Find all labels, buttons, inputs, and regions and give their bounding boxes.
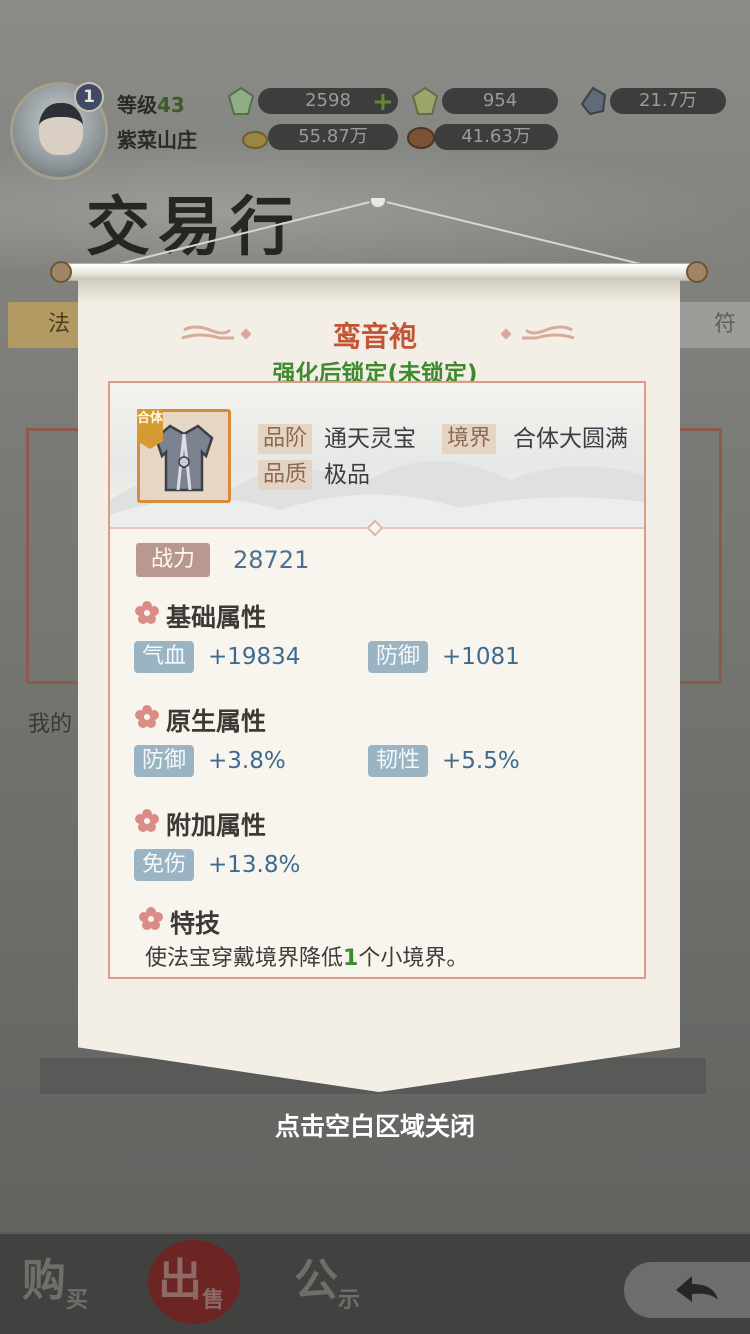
avatar-face — [39, 103, 83, 155]
realm-label: 境界 — [442, 424, 497, 454]
ore-counter: 21.7万 — [610, 88, 726, 114]
gold-icon — [242, 131, 268, 149]
level-label: 等级 — [117, 93, 157, 117]
buy-tab[interactable]: 购买 — [22, 1244, 88, 1313]
grade-value: 通天灵宝 — [324, 426, 416, 452]
back-button[interactable] — [624, 1262, 750, 1318]
stat-tag-tenacity: 韧性 — [368, 745, 429, 777]
wood-counter: 41.63万 — [434, 124, 558, 150]
sell-tab[interactable]: 出售 — [158, 1244, 224, 1313]
stat-tag-damage-reduction: 免伤 — [134, 849, 195, 881]
rainbow-stone-icon — [411, 86, 439, 115]
rainbow-stone-counter: 954 — [442, 88, 558, 114]
level-value: 43 — [157, 93, 185, 117]
add-resource-icon[interactable]: + — [372, 89, 394, 115]
skill-title: 特技 — [170, 909, 221, 938]
grade-label: 品阶 — [258, 424, 313, 454]
ore-icon — [580, 86, 607, 116]
stat-value-tenacity: +5.5% — [442, 748, 520, 774]
stat-tag-defense-pct: 防御 — [134, 745, 195, 777]
close-hint[interactable]: 点击空白区域关闭 — [0, 1107, 750, 1143]
sell-tab-small: 售 — [202, 1288, 225, 1313]
quality-value: 极品 — [324, 462, 370, 488]
item-name: 鸾音袍 — [332, 320, 417, 353]
skill-text-prefix: 使法宝穿戴境界降低 — [145, 946, 344, 971]
rank-badge: 1 — [74, 82, 104, 112]
power-value: 28721 — [233, 546, 310, 574]
wood-icon — [407, 127, 435, 149]
scroll-rod — [56, 263, 702, 281]
notice-tab[interactable]: 公示 — [294, 1244, 360, 1313]
flower-bullet-icon — [135, 809, 159, 832]
flower-bullet-icon — [135, 705, 159, 728]
sell-tab-big: 出 — [158, 1255, 202, 1306]
buy-tab-small: 买 — [66, 1288, 89, 1313]
merge-tier-text: 合体 — [137, 411, 164, 426]
notice-tab-small: 示 — [338, 1288, 361, 1313]
player-level: 等级43 — [117, 89, 185, 118]
stat-value-damage-reduction: +13.8% — [208, 852, 301, 878]
skill-text-suffix: 个小境界。 — [358, 946, 469, 971]
flower-bullet-icon — [135, 601, 159, 624]
stat-tag-defense: 防御 — [368, 641, 429, 673]
top-status-bar: 1 等级43 紫菜山庄 2598 + 954 21.7万 55.87万 41.6… — [0, 0, 750, 180]
skill-description: 使法宝穿戴境界降低1个小境界。 — [145, 940, 468, 972]
stat-value-hp: +19834 — [208, 644, 301, 670]
stat-value-defense: +1081 — [442, 644, 520, 670]
back-arrow-icon — [676, 1276, 718, 1302]
extra-attributes-title: 附加属性 — [166, 811, 267, 840]
merge-tier-badge: 合体 — [137, 409, 163, 449]
spirit-stone-icon — [227, 86, 255, 115]
flower-bullet-icon — [139, 907, 163, 930]
scroll-rod-left-knob — [50, 261, 72, 283]
my-items-label: 我的 — [28, 712, 73, 737]
gold-counter: 55.87万 — [268, 124, 398, 150]
stat-tag-hp: 气血 — [134, 641, 195, 673]
buy-tab-big: 购 — [22, 1255, 66, 1306]
power-label: 战力 — [136, 543, 210, 577]
basic-attributes-title: 基础属性 — [166, 603, 267, 632]
realm-value: 合体大圆满 — [513, 426, 628, 452]
notice-tab-big: 公 — [294, 1255, 338, 1306]
scroll-top-shadow — [78, 280, 680, 304]
quality-label: 品质 — [258, 460, 313, 490]
stat-value-defense-pct: +3.8% — [208, 748, 286, 774]
scroll-rod-right-knob — [686, 261, 708, 283]
sect-name: 紫菜山庄 — [117, 128, 197, 152]
skill-number: 1 — [343, 946, 359, 971]
native-attributes-title: 原生属性 — [166, 707, 267, 736]
